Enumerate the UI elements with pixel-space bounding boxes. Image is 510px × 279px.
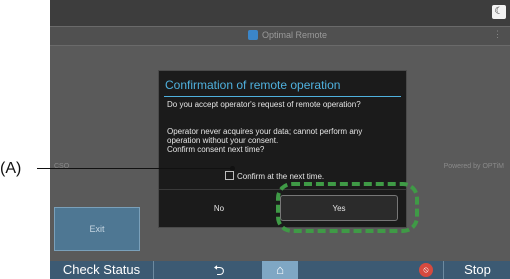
dialog-divider [164,96,401,97]
callout-dot [230,166,235,171]
checkbox-icon[interactable] [225,171,234,180]
dialog-title: Confirmation of remote operation [165,78,341,92]
callout-label: (A) [0,160,22,177]
dialog-question: Do you accept operator's request of remo… [167,100,361,109]
yes-button-highlight [276,182,419,233]
app-header: Optimal Remote ⋮ [50,26,510,46]
dialog-body-line: Confirm consent next time? [167,145,265,154]
dialog-body-line: operation without your consent. [167,136,279,145]
app-title: Optimal Remote [262,30,328,40]
confirm-next-time-checkbox[interactable]: Confirm at the next time. [225,171,324,182]
app-logo-icon [248,30,258,40]
no-button[interactable]: No [164,195,274,221]
powered-by-label: Powered by OPTiM [443,163,504,170]
exit-button[interactable]: Exit [54,207,140,251]
no-button-label: No [213,203,225,213]
status-bar: ☾ [50,0,510,26]
home-icon[interactable]: ⌂ [262,261,298,279]
exit-button-label: Exit [89,224,105,234]
bottom-bar: Check Status ⮌ ⌂ ⦸ Stop [50,261,510,279]
callout-line [37,168,234,169]
stop-button[interactable]: Stop [443,261,510,279]
check-status-button[interactable]: Check Status [50,261,154,279]
more-vertical-icon[interactable]: ⋮ [493,29,502,40]
stop-icon[interactable]: ⦸ [419,263,433,277]
dialog-body-line: Operator never acquires your data; canno… [167,127,363,136]
dialog-body: Operator never acquires your data; canno… [167,127,407,154]
checkbox-label: Confirm at the next time. [237,172,325,181]
device-screen: ☾ Optimal Remote ⋮ CSO Powered by OPTiM … [50,0,510,279]
moon-icon[interactable]: ☾ [492,5,506,19]
back-icon[interactable]: ⮌ [208,261,230,279]
